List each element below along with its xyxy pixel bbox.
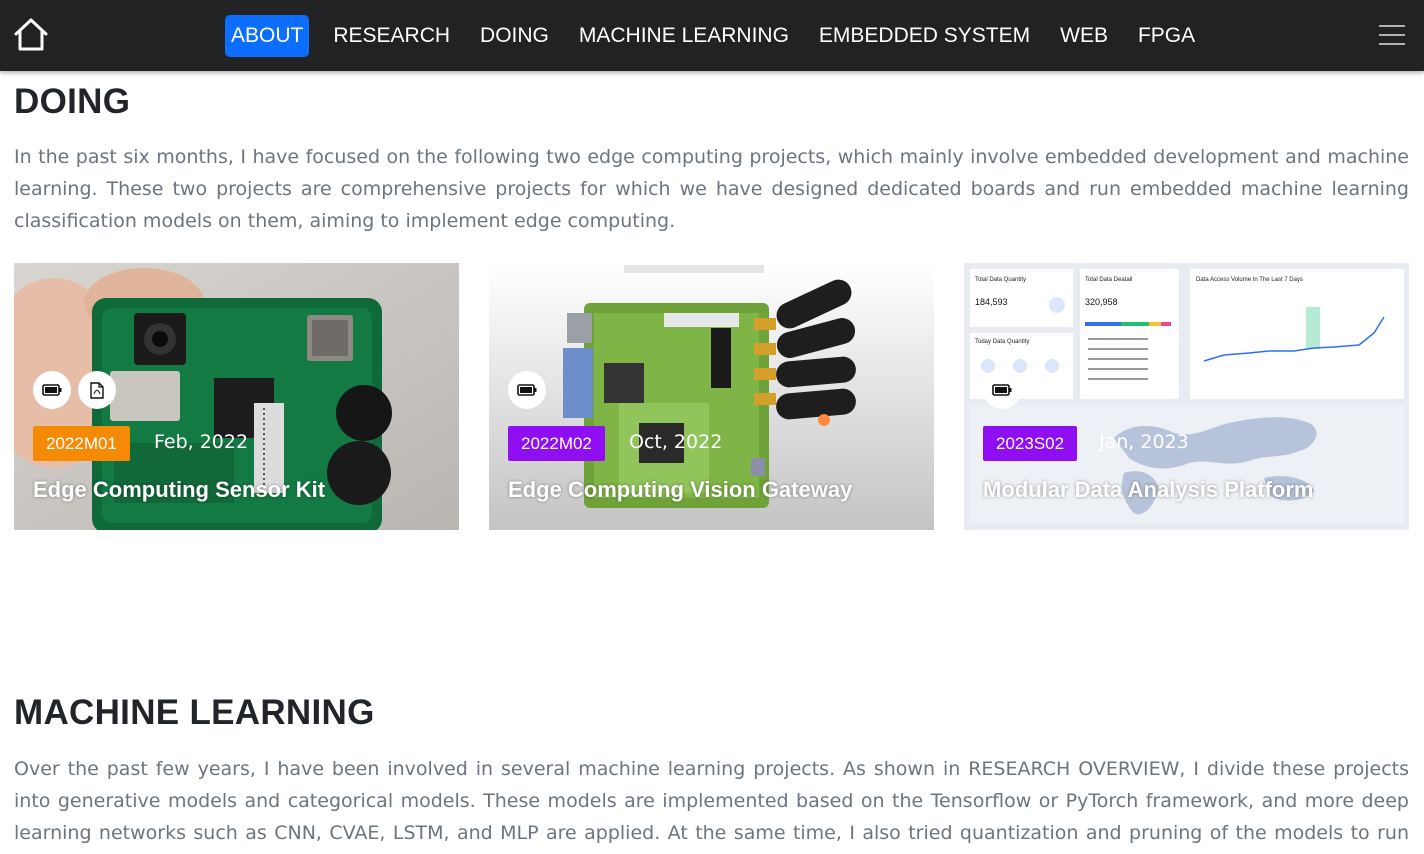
project-title[interactable]: Edge Computing Sensor Kit bbox=[33, 477, 325, 503]
machine-learning-section-text: Over the past few years, I have been inv… bbox=[14, 758, 1409, 844]
nav-menu: ABOUT RESEARCH DOING MACHINE LEARNING EM… bbox=[225, 15, 1219, 57]
hamburger-menu-icon[interactable] bbox=[1379, 25, 1407, 47]
nav-item-research[interactable]: RESEARCH bbox=[327, 15, 456, 57]
home-icon[interactable] bbox=[12, 16, 50, 54]
nav-item-doing[interactable]: DOING bbox=[474, 15, 555, 57]
pdf-icon[interactable] bbox=[78, 371, 116, 409]
project-date: Oct, 2022 bbox=[629, 431, 723, 453]
project-date: Jan, 2023 bbox=[1099, 431, 1189, 453]
nav-item-fpga[interactable]: FPGA bbox=[1132, 15, 1201, 57]
top-navbar: ABOUT RESEARCH DOING MACHINE LEARNING EM… bbox=[0, 0, 1424, 71]
battery-icon[interactable] bbox=[508, 371, 546, 409]
doing-section-text: In the past six months, I have focused o… bbox=[14, 146, 1409, 232]
battery-icon[interactable] bbox=[983, 371, 1021, 409]
project-title[interactable]: Modular Data Analysis Platform bbox=[983, 477, 1313, 503]
dashboard-panel-title: Today Data Quantity bbox=[975, 339, 1029, 345]
project-card-vision-gateway[interactable]: 2022M02 Oct, 2022 Edge Computing Vision … bbox=[489, 263, 934, 530]
project-card-data-platform[interactable]: Total Data Quantity 184,593 Total Data D… bbox=[964, 263, 1409, 530]
dashboard-panel-value: 184,593 bbox=[975, 297, 1008, 307]
machine-learning-section-title: MACHINE LEARNING bbox=[14, 693, 375, 732]
dashboard-panel-title: Total Data Quantity bbox=[975, 277, 1026, 283]
dashboard-panel-value: 320,958 bbox=[1085, 297, 1118, 307]
battery-icon[interactable] bbox=[33, 371, 71, 409]
dashboard-panel-title: Data Access Volume In The Last 7 Days bbox=[1196, 277, 1303, 283]
project-tag: 2023S02 bbox=[983, 426, 1078, 461]
project-date: Feb, 2022 bbox=[154, 431, 249, 453]
dashboard-panel-title: Total Data Deatail bbox=[1085, 277, 1132, 283]
nav-item-web[interactable]: WEB bbox=[1054, 15, 1114, 57]
project-tag: 2022M01 bbox=[33, 426, 130, 461]
nav-item-about[interactable]: ABOUT bbox=[225, 15, 310, 57]
project-tag: 2022M02 bbox=[508, 426, 605, 461]
nav-item-machine-learning[interactable]: MACHINE LEARNING bbox=[573, 15, 795, 57]
project-card-sensor-kit[interactable]: 2022M01 Feb, 2022 Edge Computing Sensor … bbox=[14, 263, 459, 530]
doing-section-title: DOING bbox=[14, 82, 131, 121]
nav-item-embedded-system[interactable]: EMBEDDED SYSTEM bbox=[813, 15, 1036, 57]
project-title[interactable]: Edge Computing Vision Gateway bbox=[508, 477, 852, 503]
